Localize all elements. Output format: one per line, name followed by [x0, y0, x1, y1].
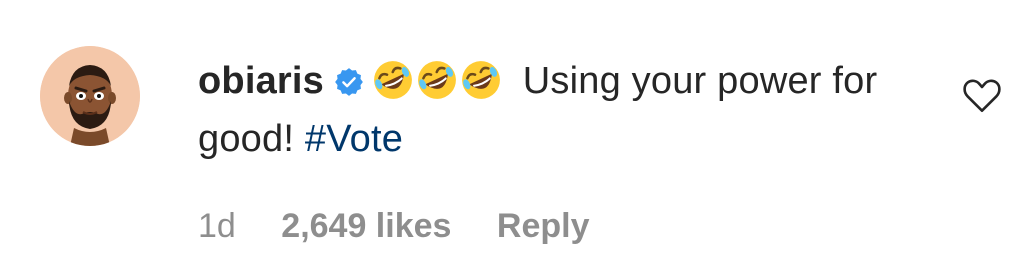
hashtag-link[interactable]: #Vote	[305, 118, 403, 160]
comment: obiaris Using your power for good! #Vote…	[0, 0, 1024, 272]
emoji-group	[372, 60, 504, 102]
comment-body: obiaris Using your power for good! #Vote	[198, 52, 938, 168]
heart-outline-icon	[963, 79, 1001, 113]
rofl-emoji-icon	[460, 59, 502, 101]
avatar-illustration	[40, 46, 140, 146]
like-button[interactable]	[962, 78, 1002, 114]
rofl-emoji-icon	[416, 59, 458, 101]
username-link[interactable]: obiaris	[198, 60, 324, 102]
rofl-emoji-icon	[372, 59, 414, 101]
timestamp[interactable]: 1d	[198, 204, 236, 248]
avatar[interactable]	[40, 46, 140, 146]
reply-button[interactable]: Reply	[497, 204, 590, 248]
comment-meta: 1d 2,649 likes Reply	[198, 204, 589, 248]
likes-count-button[interactable]: 2,649 likes	[281, 204, 451, 248]
verified-badge-icon	[334, 67, 364, 97]
